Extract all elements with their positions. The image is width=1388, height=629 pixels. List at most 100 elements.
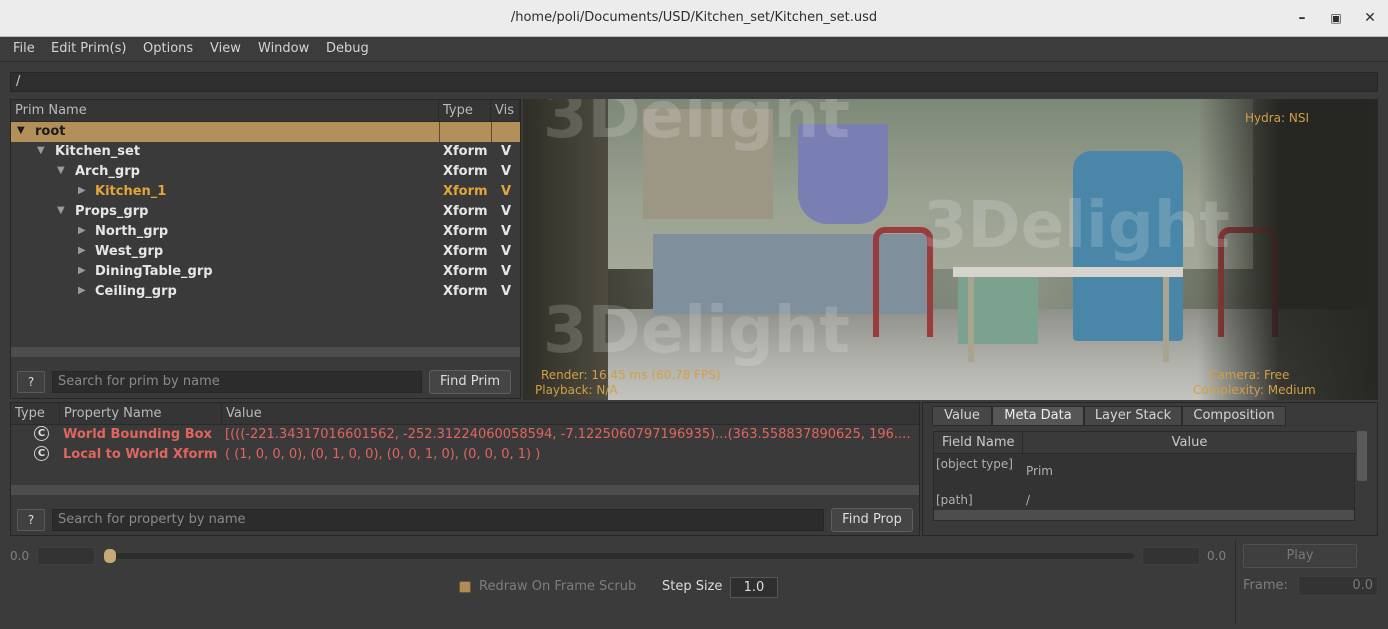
- inspector-tab-panel: Value Meta Data Layer Stack Composition …: [922, 402, 1378, 536]
- prim-name: North_grp: [95, 224, 169, 239]
- prim-vis-toggle[interactable]: V: [501, 204, 511, 219]
- metadata-field: [path]: [936, 493, 973, 507]
- expand-triangle-icon[interactable]: ▼: [37, 145, 45, 156]
- prim-search-help-button[interactable]: ?: [17, 371, 45, 393]
- prim-vis-toggle[interactable]: V: [501, 184, 511, 199]
- tree-row-ceiling-grp[interactable]: ▶ Ceiling_grp Xform V: [11, 282, 520, 302]
- menu-view[interactable]: View: [210, 41, 241, 56]
- collapse-triangle-icon[interactable]: ▶: [78, 225, 86, 236]
- tree-row-arch-grp[interactable]: ▼ Arch_grp Xform V: [11, 162, 520, 182]
- prim-vis-toggle[interactable]: V: [501, 144, 511, 159]
- 3d-viewport[interactable]: 3Delight 3Delight 3Delight Hydra: NSI Re…: [523, 99, 1378, 400]
- menu-file[interactable]: File: [13, 41, 35, 56]
- window-title: /home/poli/Documents/USD/Kitchen_set/Kit…: [510, 10, 878, 25]
- collapse-triangle-icon[interactable]: ▶: [78, 285, 86, 296]
- prim-type: Xform: [443, 264, 488, 279]
- camera-label: Camera: Free: [1209, 368, 1290, 382]
- expand-triangle-icon[interactable]: ▼: [57, 205, 65, 216]
- tree-row-north-grp[interactable]: ▶ North_grp Xform V: [11, 222, 520, 242]
- frame-slider-track[interactable]: [110, 553, 1134, 559]
- timeline-end-label: 0.0: [1207, 549, 1227, 563]
- property-name-header[interactable]: Property Name: [60, 403, 222, 425]
- step-size-field[interactable]: 1.0: [730, 577, 778, 598]
- prim-name: West_grp: [95, 244, 164, 259]
- menu-window[interactable]: Window: [258, 41, 309, 56]
- property-row[interactable]: C World Bounding Box [(((-221.3431701660…: [11, 425, 919, 445]
- prim-vis-toggle[interactable]: V: [501, 224, 511, 239]
- timeline-start-label: 0.0: [10, 549, 30, 563]
- field-name-header[interactable]: Field Name: [934, 432, 1023, 454]
- computed-property-icon: C: [34, 426, 49, 441]
- divider: [1235, 540, 1236, 624]
- prim-vis-toggle[interactable]: V: [501, 284, 511, 299]
- maximize-button[interactable]: ▣: [1326, 8, 1346, 28]
- metadata-vertical-scrollbar[interactable]: [1357, 431, 1367, 481]
- close-button[interactable]: ✕: [1360, 8, 1380, 28]
- prim-vis-header[interactable]: Vis: [491, 100, 520, 122]
- prim-vis-toggle[interactable]: V: [501, 244, 511, 259]
- tab-composition[interactable]: Composition: [1182, 406, 1286, 426]
- find-prim-button[interactable]: Find Prim: [429, 370, 511, 394]
- tab-meta-data[interactable]: Meta Data: [992, 406, 1084, 426]
- prim-type: Xform: [443, 204, 488, 219]
- prim-tree-horizontal-scrollbar[interactable]: [11, 347, 520, 357]
- expand-triangle-icon[interactable]: ▼: [17, 125, 25, 136]
- prim-name: Kitchen_set: [55, 144, 141, 159]
- prim-type: Xform: [443, 164, 488, 179]
- collapse-triangle-icon[interactable]: ▶: [78, 185, 86, 196]
- frame-field[interactable]: 0.0: [1298, 576, 1378, 596]
- tree-row-west-grp[interactable]: ▶ West_grp Xform V: [11, 242, 520, 262]
- end-frame-field[interactable]: [1142, 547, 1200, 565]
- property-type-header[interactable]: Type: [11, 403, 60, 425]
- property-search-help-button[interactable]: ?: [17, 509, 45, 531]
- prim-vis-toggle[interactable]: V: [501, 264, 511, 279]
- prim-path-field[interactable]: /: [10, 72, 1378, 92]
- property-search-input[interactable]: Search for property by name: [52, 509, 824, 531]
- tree-row-diningtable-grp[interactable]: ▶ DiningTable_grp Xform V: [11, 262, 520, 282]
- menu-debug[interactable]: Debug: [326, 41, 369, 56]
- menu-options[interactable]: Options: [143, 41, 193, 56]
- prim-vis-toggle[interactable]: V: [501, 164, 511, 179]
- viewport-render-table: [953, 267, 1183, 277]
- menu-bar: File Edit Prim(s) Options View Window De…: [0, 37, 1388, 62]
- property-row[interactable]: C Local to World Xform ( (1, 0, 0, 0), (…: [11, 445, 919, 465]
- prim-name: Props_grp: [75, 204, 149, 219]
- prim-name: root: [35, 124, 66, 139]
- find-prop-button[interactable]: Find Prop: [831, 508, 913, 532]
- prim-type: Xform: [443, 184, 488, 199]
- prim-name-header[interactable]: Prim Name: [11, 100, 439, 122]
- start-frame-field[interactable]: [37, 547, 95, 565]
- prim-search-input[interactable]: Search for prim by name: [52, 371, 422, 393]
- renderer-label: Hydra: NSI: [1245, 111, 1310, 125]
- tree-row-props-grp[interactable]: ▼ Props_grp Xform V: [11, 202, 520, 222]
- tab-layer-stack[interactable]: Layer Stack: [1084, 406, 1182, 426]
- tab-value[interactable]: Value: [932, 406, 992, 426]
- metadata-table: Field Name Value [object type] Prim [pat…: [933, 431, 1356, 521]
- property-value-header[interactable]: Value: [222, 403, 919, 425]
- redraw-on-scrub-checkbox[interactable]: [459, 581, 471, 593]
- frame-slider-handle[interactable]: [104, 549, 116, 563]
- frame-label: Frame:: [1243, 578, 1288, 593]
- tree-row-kitchen-set[interactable]: ▼ Kitchen_set Xform V: [11, 142, 520, 162]
- property-horizontal-scrollbar[interactable]: [11, 485, 919, 495]
- step-size-label: Step Size: [662, 579, 723, 594]
- prim-type: Xform: [443, 284, 488, 299]
- tree-row-kitchen-1[interactable]: ▶ Kitchen_1 Xform V: [11, 182, 520, 202]
- metadata-field: [object type]: [936, 457, 1013, 471]
- collapse-triangle-icon[interactable]: ▶: [78, 245, 86, 256]
- play-button[interactable]: Play: [1243, 544, 1357, 568]
- timeline-bar: 0.0 0.0 Play Redraw On Frame Scrub Step …: [0, 538, 1388, 629]
- expand-triangle-icon[interactable]: ▼: [57, 165, 65, 176]
- property-value: ( (1, 0, 0, 0), (0, 1, 0, 0), (0, 0, 1, …: [225, 447, 541, 462]
- complexity-label: Complexity: Medium: [1193, 383, 1316, 397]
- menu-edit-prims[interactable]: Edit Prim(s): [51, 41, 126, 56]
- metadata-horizontal-scrollbar[interactable]: [934, 510, 1354, 520]
- prim-tree-panel: Prim Name Type Vis ▼ root ▼ Kitchen_set …: [10, 99, 521, 399]
- tree-row-root[interactable]: ▼ root: [11, 122, 520, 142]
- collapse-triangle-icon[interactable]: ▶: [78, 265, 86, 276]
- prim-type-header[interactable]: Type: [439, 100, 491, 122]
- minimize-button[interactable]: –: [1292, 8, 1312, 28]
- prim-type: Xform: [443, 224, 488, 239]
- metadata-value-header[interactable]: Value: [1023, 432, 1356, 454]
- prim-type: Xform: [443, 144, 488, 159]
